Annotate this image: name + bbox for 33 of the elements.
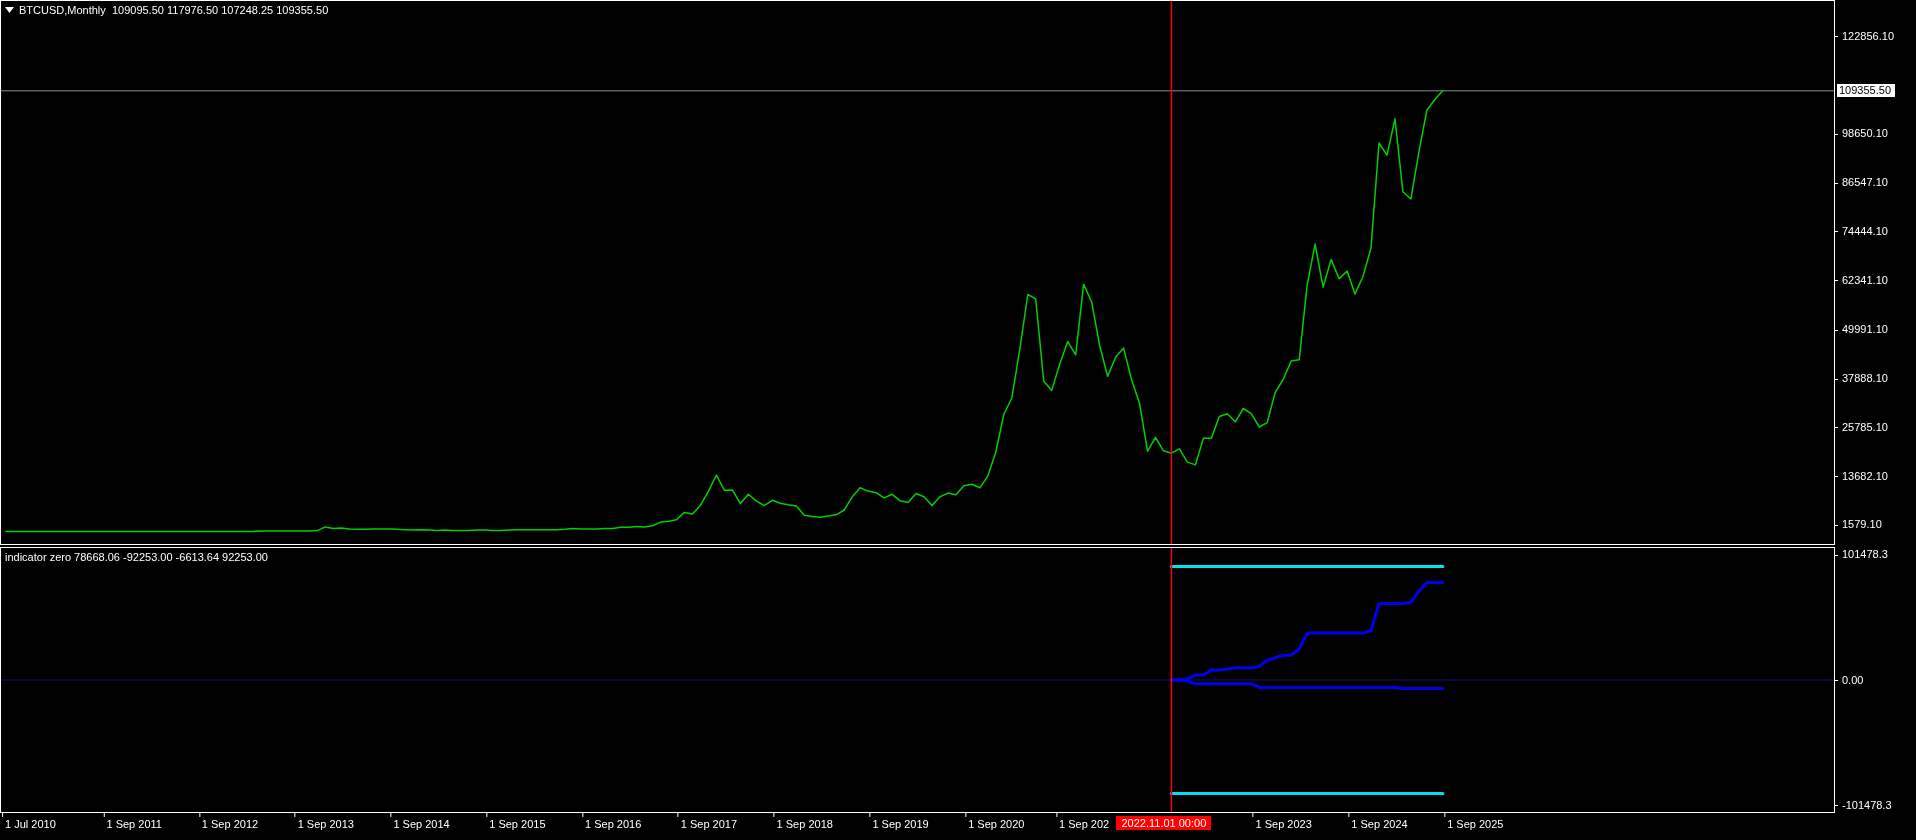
price-axis-label: 86547.10 [1842, 176, 1888, 190]
price-axis-label: 37888.10 [1842, 372, 1888, 386]
time-axis-label: 1 Jul 2010 [2, 813, 56, 830]
dropdown-triangle-icon[interactable] [5, 7, 14, 13]
time-axis-label: 1 Sep 2020 [965, 813, 1025, 830]
indicator-axis-label: -101478.3 [1842, 798, 1892, 812]
crosshair-time-label: 2022.11.01 00:00 [1116, 816, 1212, 830]
price-axis-label: 62341.10 [1842, 273, 1888, 287]
price-axis-label: 49991.10 [1842, 323, 1888, 337]
price-axis-label: 122856.10 [1842, 29, 1894, 43]
time-axis-label: 1 Sep 2015 [486, 813, 546, 830]
time-axis-label: 1 Sep 2016 [582, 813, 642, 830]
indicator-title: indicator zero 78668.06 -92253.00 -6613.64 92253.00 [5, 551, 268, 563]
time-axis-label: 1 Sep 2023 [1252, 813, 1312, 830]
indicator-axis-label: 0.00 [1842, 673, 1864, 687]
price-axis-label: 98650.10 [1842, 127, 1888, 141]
time-axis-label: 1 Sep 2013 [294, 813, 354, 830]
current-price-label: 109355.50 [1837, 83, 1895, 97]
price-axis-label: 1579.10 [1842, 518, 1882, 532]
price-axis-label: 13682.10 [1842, 469, 1888, 483]
indicator-axis-label: 101478.3 [1842, 548, 1888, 562]
time-axis-label: 1 Sep 2025 [1444, 813, 1504, 830]
time-axis-label: 1 Sep 202 [1056, 813, 1110, 830]
time-axis-label: 1 Sep 2017 [677, 813, 738, 830]
time-axis-label: 1 Sep 2024 [1348, 813, 1408, 830]
time-axis-label: 1 Sep 2019 [869, 813, 929, 830]
time-axis-label: 1 Sep 2011 [103, 813, 162, 830]
time-axis-label: 1 Sep 2012 [198, 813, 259, 830]
time-axis-label: 1 Sep 2014 [390, 813, 450, 830]
time-axis-label: 1 Sep 2018 [773, 813, 833, 830]
price-axis-label: 74444.10 [1842, 224, 1888, 238]
chart-title: BTCUSD,Monthly 109095.50 117976.50 107248.25 109355.50 [19, 4, 329, 16]
price-axis-label: 25785.10 [1842, 420, 1888, 434]
